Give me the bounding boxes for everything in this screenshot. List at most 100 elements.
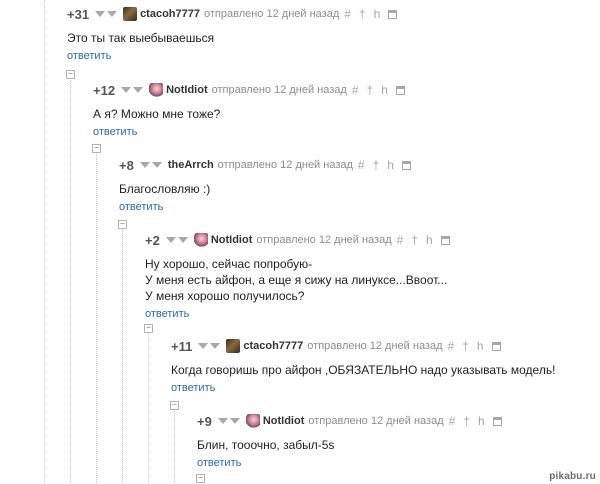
comment-time: отправлено 12 дней назад — [307, 340, 443, 352]
vote-down-icon[interactable] — [165, 237, 176, 243]
comment-author[interactable]: NotIdiot — [263, 415, 305, 427]
comment-header: +2 NotIdiot отправлено 12 дней назад # †… — [145, 232, 450, 248]
comment-body: Блин, тооочно, забыл-5s — [197, 437, 502, 453]
comment-rating: +12 — [93, 82, 116, 98]
avatar[interactable] — [123, 7, 138, 21]
comment-author[interactable]: ctacoh7777 — [243, 340, 303, 352]
collapse-toggle-icon[interactable]: − — [92, 144, 101, 153]
comment: +12 NotIdiot отправлено 12 дней назад # … — [93, 82, 405, 140]
avatar[interactable] — [245, 414, 260, 428]
comment-tools: # † h — [397, 233, 450, 247]
hash-icon[interactable]: # — [397, 233, 404, 247]
comment-time: отправлено 12 дней назад — [217, 159, 353, 171]
comment-tools: # † h — [352, 83, 405, 97]
pin-icon[interactable]: † — [367, 83, 374, 97]
vote-down-icon[interactable] — [177, 237, 188, 243]
comment-tools: # † h — [358, 158, 411, 172]
thread-guide-2 — [70, 80, 71, 484]
pin-icon[interactable]: † — [411, 233, 418, 247]
comment-author[interactable]: theArrch — [168, 159, 214, 171]
watermark: pikabu.ru — [549, 471, 596, 482]
vote-down-icon[interactable] — [133, 87, 144, 93]
comment-text: Это ты так выебываешься — [67, 31, 215, 45]
hash-icon[interactable]: # — [448, 339, 455, 353]
hash-icon[interactable]: # — [344, 7, 351, 21]
comment-body: Благословляю :) — [119, 181, 411, 197]
save-icon[interactable] — [388, 9, 398, 19]
comment-author[interactable]: ctacoh7777 — [140, 8, 200, 20]
comment-header: +9 NotIdiot отправлено 12 дней назад # †… — [197, 413, 502, 429]
vote-down-icon[interactable] — [229, 418, 240, 424]
comment-tools: # † h — [344, 7, 398, 21]
vote-controls — [165, 237, 190, 243]
reply-link[interactable]: ответить — [93, 126, 137, 138]
link-icon[interactable]: h — [478, 414, 485, 428]
comment-text: Благословляю :) — [119, 182, 211, 196]
vote-down-icon[interactable] — [151, 162, 162, 168]
vote-down-icon[interactable] — [139, 162, 150, 168]
hash-icon[interactable]: # — [358, 158, 365, 172]
comment-time: отправлено 12 дней назад — [256, 234, 392, 246]
hash-icon[interactable]: # — [352, 83, 359, 97]
link-icon[interactable]: h — [381, 83, 388, 97]
avatar[interactable] — [149, 83, 164, 97]
pin-icon[interactable]: † — [373, 158, 380, 172]
comment-text: Ну хорошо, сейчас попробую- — [145, 257, 313, 271]
save-icon[interactable] — [491, 341, 501, 351]
comment-rating: +11 — [171, 338, 193, 354]
comment-body: А я? Можно мне тоже? — [93, 106, 405, 122]
save-icon[interactable] — [440, 235, 450, 245]
vote-down-icon[interactable] — [121, 87, 132, 93]
vote-controls — [217, 418, 242, 424]
avatar[interactable] — [193, 233, 208, 247]
comment-body: Это ты так выебываешься — [67, 30, 397, 46]
link-icon[interactable]: h — [426, 233, 433, 247]
comment-author[interactable]: NotIdiot — [166, 84, 208, 96]
pin-icon[interactable]: † — [359, 7, 366, 21]
reply-link[interactable]: ответить — [67, 50, 111, 62]
comment-text: У меня хорошо получилось? — [145, 289, 305, 303]
collapse-toggle-icon[interactable]: − — [66, 70, 75, 79]
comment-time: отправлено 12 дней назад — [308, 415, 444, 427]
comment-text: Когда говоришь про айфон ,ОБЯЗАТЕЛЬНО на… — [171, 363, 556, 377]
pin-icon[interactable]: † — [463, 414, 470, 428]
reply-link[interactable]: ответить — [119, 201, 163, 213]
vote-down-icon[interactable] — [107, 11, 118, 17]
comment-header: +31 ctacoh7777 отправлено 12 дней назад … — [67, 6, 398, 22]
vote-down-icon[interactable] — [217, 418, 228, 424]
thread-guide-4 — [122, 225, 123, 484]
link-icon[interactable]: h — [387, 158, 394, 172]
vote-down-icon[interactable] — [95, 11, 106, 17]
comment: +31 ctacoh7777 отправлено 12 дней назад … — [67, 6, 398, 64]
collapse-toggle-icon[interactable]: − — [144, 324, 153, 333]
save-icon[interactable] — [401, 160, 411, 170]
link-icon[interactable]: h — [374, 7, 381, 21]
comment-text: У меня есть айфон, а еще я сижу на линук… — [145, 273, 448, 287]
comment: +9 NotIdiot отправлено 12 дней назад # †… — [197, 413, 502, 471]
collapse-toggle-icon[interactable]: − — [170, 401, 179, 410]
collapse-toggle-icon[interactable]: − — [196, 474, 205, 483]
pin-icon[interactable]: † — [462, 339, 469, 353]
link-icon[interactable]: h — [477, 339, 484, 353]
comment-body: Когда говоришь про айфон ,ОБЯЗАТЕЛЬНО на… — [171, 362, 555, 378]
vote-down-icon[interactable] — [210, 343, 221, 349]
reply-link[interactable]: ответить — [197, 457, 241, 469]
vote-controls — [95, 11, 119, 17]
thread-guide-3 — [96, 150, 97, 484]
comment-header: +8 theArrch отправлено 12 дней назад # †… — [119, 157, 411, 173]
thread-guide-1 — [44, 0, 45, 484]
hash-icon[interactable]: # — [449, 414, 456, 428]
comment-time: отправлено 12 дней назад — [204, 8, 340, 20]
comment-text: А я? Можно мне тоже? — [93, 107, 221, 121]
avatar[interactable] — [226, 339, 241, 353]
vote-controls — [121, 87, 145, 93]
save-icon[interactable] — [492, 416, 502, 426]
collapse-toggle-icon[interactable]: − — [118, 220, 127, 229]
reply-link[interactable]: ответить — [171, 382, 215, 394]
save-icon[interactable] — [395, 85, 405, 95]
comment-rating: +2 — [145, 232, 160, 248]
reply-link[interactable]: ответить — [145, 308, 189, 320]
vote-down-icon[interactable] — [198, 343, 209, 349]
comment-author[interactable]: NotIdiot — [211, 234, 253, 246]
comment: +2 NotIdiot отправлено 12 дней назад # †… — [145, 232, 450, 322]
